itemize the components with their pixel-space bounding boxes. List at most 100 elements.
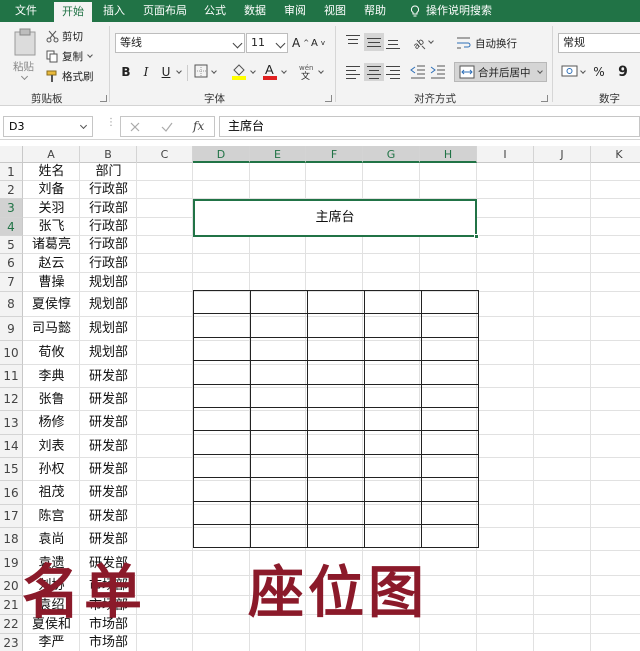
insert-function-icon[interactable]: fx	[193, 119, 204, 133]
tab-page-layout[interactable]: 页面布局	[138, 0, 192, 22]
row-header-8[interactable]: 8	[0, 292, 23, 317]
dept-cell[interactable]: 规划部	[80, 341, 137, 365]
seat-cell[interactable]	[364, 500, 422, 525]
align-bottom-icon[interactable]	[386, 35, 402, 49]
seat-cell[interactable]	[250, 500, 308, 525]
seat-cell[interactable]	[250, 453, 308, 479]
row-header-16[interactable]: 16	[0, 481, 23, 505]
borders-icon[interactable]	[194, 64, 208, 78]
seat-cell[interactable]	[193, 289, 251, 315]
name-cell[interactable]: 李严	[23, 634, 80, 651]
copy-button[interactable]: 复制	[46, 47, 93, 65]
row-header-23[interactable]: 23	[0, 634, 23, 651]
row-header-21[interactable]: 21	[0, 596, 23, 615]
row-header-10[interactable]: 10	[0, 341, 23, 365]
seat-cell[interactable]	[250, 430, 308, 455]
seat-cell[interactable]	[421, 523, 479, 549]
font-color-icon[interactable]: A	[262, 61, 278, 81]
row-header-22[interactable]: 22	[0, 615, 23, 634]
fill-color-icon[interactable]	[231, 62, 247, 80]
seat-cell[interactable]	[364, 453, 422, 479]
row-header-5[interactable]: 5	[0, 236, 23, 254]
dept-cell[interactable]: 研发部	[80, 435, 137, 458]
seat-cell[interactable]	[193, 383, 251, 408]
row-header-15[interactable]: 15	[0, 458, 23, 481]
seat-cell[interactable]	[421, 430, 479, 455]
row-header-6[interactable]: 6	[0, 254, 23, 273]
name-cell[interactable]: 陈宫	[23, 505, 80, 528]
seat-cell[interactable]	[193, 406, 251, 432]
align-center-icon[interactable]	[364, 63, 384, 81]
decrease-indent-icon[interactable]	[410, 64, 426, 79]
font-size-combo[interactable]: 11	[246, 33, 288, 53]
number-format-combo[interactable]: 常规	[558, 33, 640, 53]
dept-cell[interactable]: 研发部	[80, 458, 137, 481]
seat-cell[interactable]	[250, 313, 308, 338]
name-cell[interactable]: 李典	[23, 365, 80, 388]
comma-style-button[interactable]: 9	[616, 62, 630, 82]
seat-cell[interactable]	[307, 523, 365, 549]
seat-cell[interactable]	[364, 336, 422, 362]
seat-cell[interactable]	[364, 477, 422, 502]
dept-cell[interactable]: 研发部	[80, 505, 137, 528]
row-header-4[interactable]: 4	[0, 218, 23, 236]
seat-cell[interactable]	[250, 336, 308, 362]
phonetic-guide-icon[interactable]: wén文	[299, 62, 315, 80]
column-header-a[interactable]: A	[23, 146, 80, 163]
row-header-3[interactable]: 3	[0, 199, 23, 218]
seat-cell[interactable]	[193, 430, 251, 455]
cancel-icon[interactable]	[129, 121, 141, 133]
column-header-k[interactable]: K	[591, 146, 640, 163]
row-header-17[interactable]: 17	[0, 505, 23, 528]
seat-cell[interactable]	[421, 406, 479, 432]
orientation-icon[interactable]: ab	[411, 34, 427, 50]
seat-cell[interactable]	[364, 430, 422, 455]
tab-insert[interactable]: 插入	[97, 0, 131, 22]
dept-cell[interactable]: 规划部	[80, 292, 137, 317]
select-all-corner[interactable]	[0, 146, 23, 163]
column-header-j[interactable]: J	[534, 146, 591, 163]
dept-cell[interactable]: 研发部	[80, 528, 137, 551]
seat-cell[interactable]	[250, 406, 308, 432]
fill-handle[interactable]	[474, 234, 479, 239]
row-header-20[interactable]: 20	[0, 576, 23, 596]
name-cell[interactable]: 荀攸	[23, 341, 80, 365]
column-header-d[interactable]: D	[193, 146, 250, 163]
merged-stage-cell[interactable]: 主席台	[193, 199, 477, 237]
dept-cell[interactable]: 行政部	[80, 181, 137, 199]
header-name-cell[interactable]: 姓名	[23, 163, 80, 181]
dept-cell[interactable]: 研发部	[80, 481, 137, 505]
seat-cell[interactable]	[307, 500, 365, 525]
grow-font-button[interactable]: A ^	[292, 34, 309, 52]
seat-cell[interactable]	[193, 477, 251, 502]
formula-input[interactable]: 主席台	[219, 116, 640, 137]
seat-cell[interactable]	[307, 477, 365, 502]
row-header-7[interactable]: 7	[0, 273, 23, 292]
seat-cell[interactable]	[364, 406, 422, 432]
seat-cell[interactable]	[364, 360, 422, 385]
seat-cell[interactable]	[193, 453, 251, 479]
column-header-i[interactable]: I	[477, 146, 534, 163]
enter-check-icon[interactable]	[161, 121, 173, 133]
row-header-19[interactable]: 19	[0, 551, 23, 576]
name-cell[interactable]: 关羽	[23, 199, 80, 218]
seat-cell[interactable]	[364, 383, 422, 408]
seat-cell[interactable]	[307, 360, 365, 385]
tab-data[interactable]: 数据	[238, 0, 272, 22]
seat-cell[interactable]	[307, 313, 365, 338]
seat-cell[interactable]	[193, 500, 251, 525]
name-cell[interactable]: 曹操	[23, 273, 80, 292]
align-top-icon[interactable]	[346, 35, 362, 49]
name-cell[interactable]: 刘表	[23, 435, 80, 458]
seat-cell[interactable]	[364, 313, 422, 338]
underline-button[interactable]: U	[158, 62, 174, 82]
increase-indent-icon[interactable]	[430, 64, 446, 79]
seat-cell[interactable]	[250, 477, 308, 502]
seat-cell[interactable]	[421, 453, 479, 479]
seat-cell[interactable]	[193, 360, 251, 385]
name-cell[interactable]: 张鲁	[23, 388, 80, 411]
seat-cell[interactable]	[307, 430, 365, 455]
font-name-combo[interactable]: 等线	[115, 33, 245, 53]
wrap-text-button[interactable]: 自动换行	[456, 34, 517, 52]
align-right-icon[interactable]	[386, 65, 402, 79]
